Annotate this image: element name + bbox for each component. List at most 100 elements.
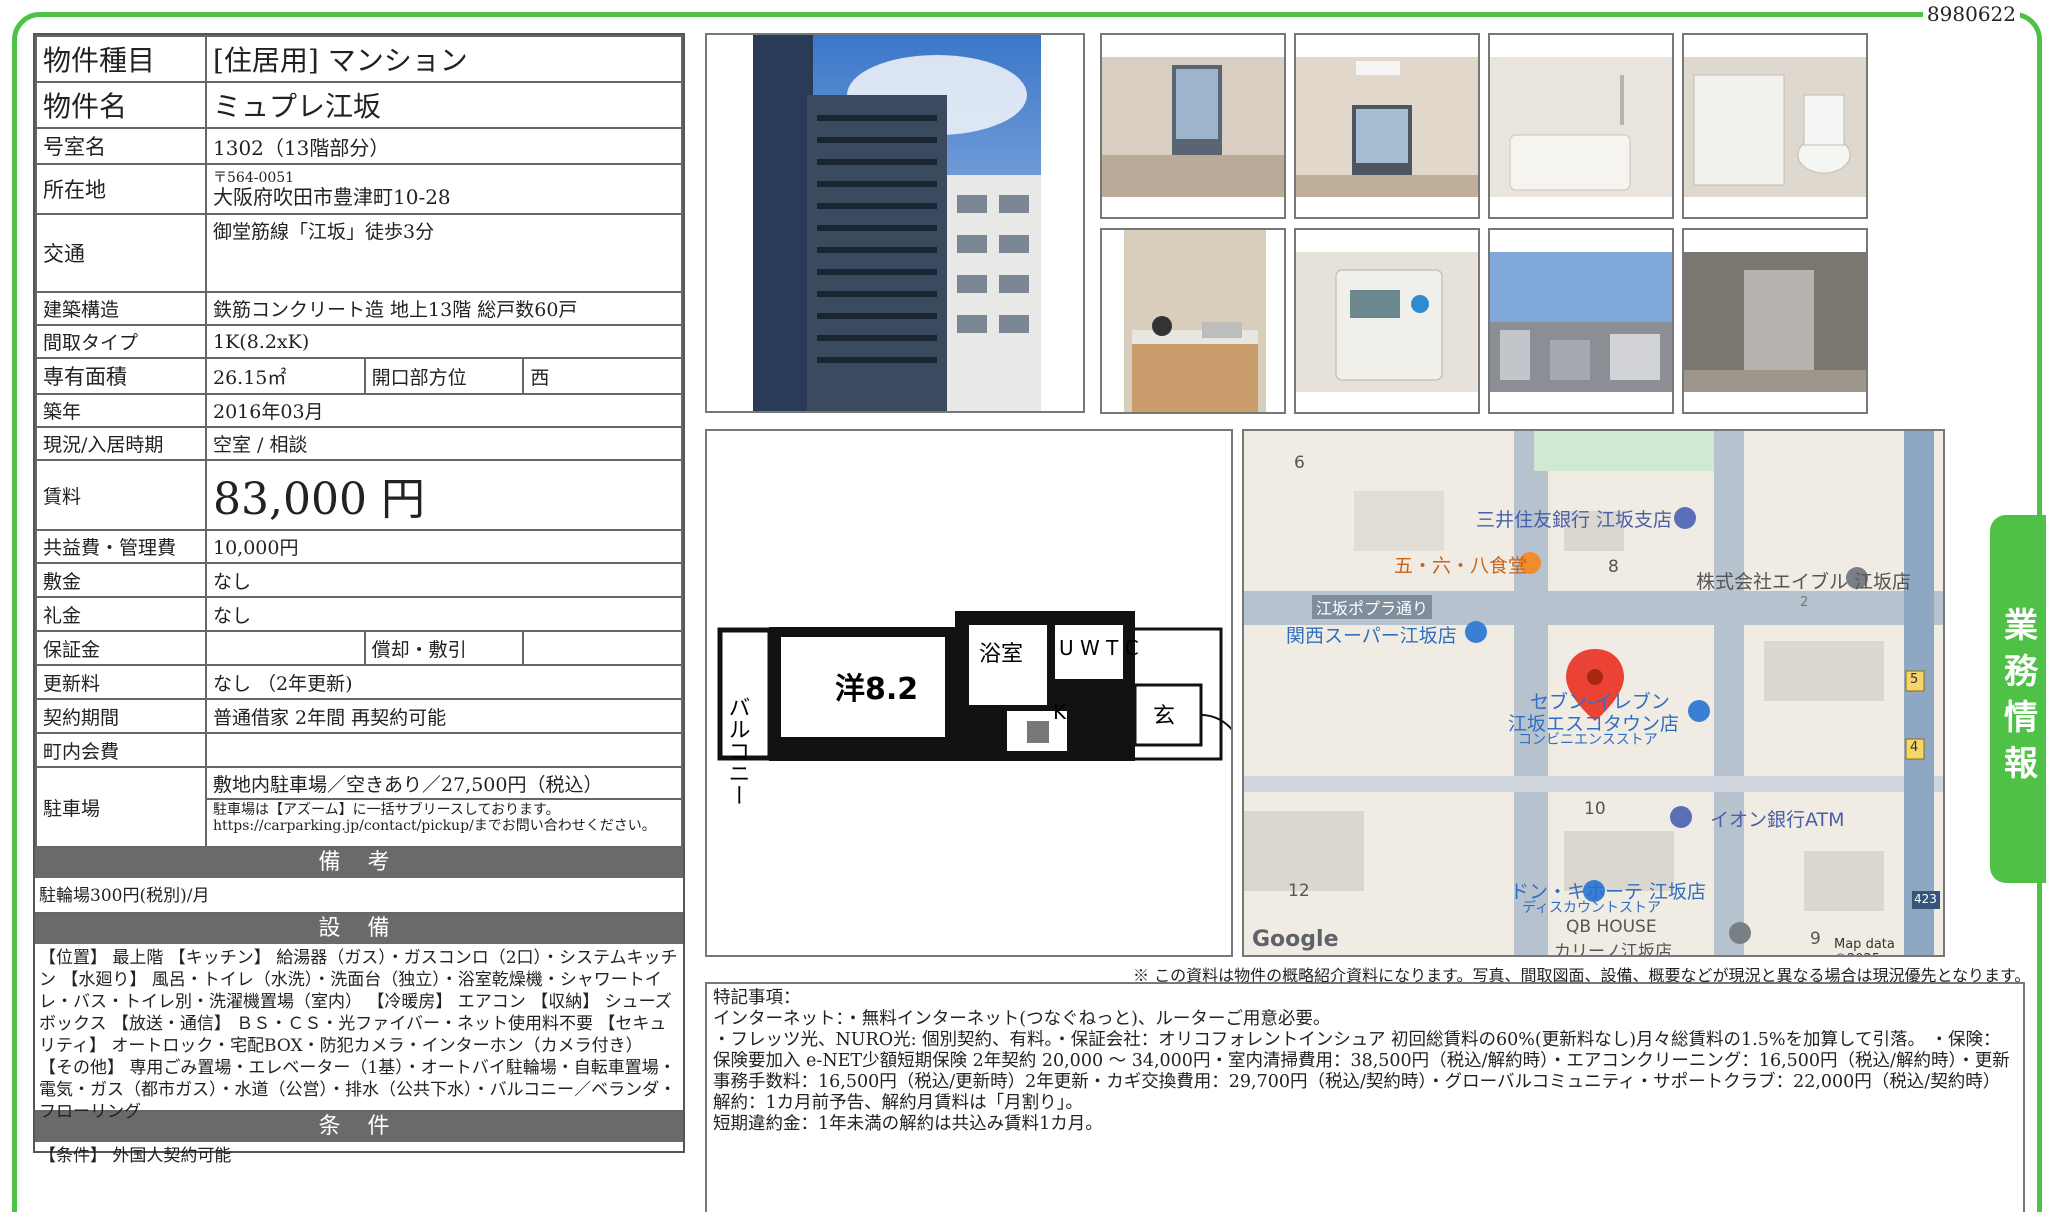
type-value: [住居用] マンション — [205, 35, 683, 83]
map-label-street: 江坂ポプラ通り — [1312, 595, 1433, 619]
parking-label: 駐車場 — [35, 766, 207, 848]
parking-value: 敷地内駐車場／空きあり／27,500円（税込） — [207, 768, 681, 800]
bathtub-image — [1490, 35, 1672, 217]
area-label: 専有面積 — [35, 357, 207, 395]
document-id: 8980622 — [1922, 2, 2020, 26]
lobby-image — [1684, 230, 1866, 412]
room-photo-1[interactable] — [1100, 33, 1286, 219]
conditions-text: 【条件】 外国人契約可能 — [39, 1146, 232, 1166]
area-value: 26.15㎡ — [205, 357, 366, 395]
map-number-5: 5 — [1910, 672, 1919, 687]
contract-label: 契約期間 — [35, 698, 207, 734]
bathroom-photo[interactable] — [1488, 33, 1674, 219]
amortization-value — [522, 630, 683, 666]
room-window-image — [1102, 35, 1284, 217]
map-number-12: 12 — [1288, 881, 1310, 901]
deposit-label: 敷金 — [35, 562, 207, 598]
type-label: 物件種目 — [35, 35, 207, 83]
map-number-9: 9 — [1810, 929, 1821, 949]
map-number-4: 4 — [1910, 740, 1919, 755]
address-cell: 〒564-0051 大阪府吹田市豊津町10-28 — [205, 163, 683, 215]
map-route-423: 423 — [1914, 892, 1937, 906]
floorplan-panel: バルコニー 洋8.2 浴室 U W T C K 玄 — [705, 429, 1242, 957]
floorplan-drawing: バルコニー 洋8.2 浴室 U W T C K 玄 — [717, 611, 1242, 806]
parking-cell: 敷地内駐車場／空きあり／27,500円（税込） 駐車場は【アズーム】に一括サブリ… — [205, 766, 683, 848]
view-photo[interactable] — [1488, 228, 1674, 414]
equipment-header: 設 備 — [35, 914, 683, 944]
renewal-value: なし （2年更新) — [205, 664, 683, 700]
room-photo-2[interactable] — [1294, 33, 1480, 219]
rent-label: 賃料 — [35, 459, 207, 531]
rent-value: 83,000 円 — [205, 459, 683, 531]
map-label-aeon-atm[interactable]: イオン銀行ATM — [1710, 805, 1845, 832]
map-label-able[interactable]: 株式会社エイブル 江坂店 — [1696, 567, 1911, 594]
contract-value: 普通借家 2年間 再契約可能 — [205, 698, 683, 734]
room-aircon-image — [1296, 35, 1478, 217]
remarks-header: 備 考 — [35, 848, 683, 878]
floorplan-room-label: 洋8.2 — [835, 672, 918, 707]
location-map[interactable]: 三井住友銀行 江坂支店 五・六・八食堂 株式会社エイブル 江坂店 江坂ポプラ通り… — [1242, 429, 1945, 957]
map-number-6: 6 — [1294, 453, 1305, 473]
map-label-carino[interactable]: カリーノ江坂店 — [1554, 937, 1672, 955]
structure-value: 鉄筋コンクリート造 地上13階 総戸数60戸 — [205, 291, 683, 326]
entrance-photo[interactable] — [1682, 228, 1868, 414]
floorplan-balcony-label: バルコニー — [725, 696, 750, 806]
community-fee-label: 町内会費 — [35, 732, 207, 768]
kitchen-photo[interactable] — [1100, 228, 1286, 414]
special-notes-box: 特記事項： インターネット：・無料インターネット(つなぐねっと)、ルーターご用意… — [705, 982, 2025, 1212]
fee-label: 共益費・管理費 — [35, 529, 207, 564]
map-number-8: 8 — [1608, 557, 1619, 577]
special-notes-line-2: インターネット：・無料インターネット(つなぐねっと)、ルーターご用意必要。 — [713, 1009, 1331, 1029]
intercom-photo[interactable] — [1294, 228, 1480, 414]
floorplan-bath-label: 浴室 — [979, 642, 1023, 667]
direction-value: 西 — [522, 357, 683, 395]
special-notes-line-1: 特記事項： — [713, 988, 801, 1008]
layout-value: 1K(8.2xK) — [205, 324, 683, 359]
guarantee-label: 保証金 — [35, 630, 207, 666]
structure-label: 建築構造 — [35, 291, 207, 326]
floorplan-utc-label: U W T C — [1059, 636, 1139, 660]
spec-table: 物件種目 [住居用] マンション 物件名 ミュプレ江坂 号室名 1302（13階… — [35, 35, 683, 848]
map-label-bank[interactable]: 三井住友銀行 江坂支店 — [1476, 505, 1672, 532]
name-label: 物件名 — [35, 81, 207, 129]
community-fee-value — [205, 732, 683, 768]
layout-label: 間取タイプ — [35, 324, 207, 359]
city-view-image — [1490, 230, 1672, 412]
direction-label: 開口部方位 — [363, 357, 525, 395]
property-spec-panel: 物件種目 [住居用] マンション 物件名 ミュプレ江坂 号室名 1302（13階… — [33, 33, 685, 1166]
room-value: 1302（13階部分） — [205, 127, 683, 165]
google-logo: Google — [1252, 927, 1339, 952]
floorplan-kitchen-label: K — [1053, 700, 1067, 724]
map-number-10: 10 — [1584, 799, 1606, 819]
status-label: 現況/入居時期 — [35, 426, 207, 461]
toilet-photo[interactable] — [1682, 33, 1868, 219]
name-value: ミュプレ江坂 — [205, 81, 683, 129]
map-label-restaurant[interactable]: 五・六・八食堂 — [1394, 551, 1527, 578]
washbasin-toilet-image — [1684, 35, 1866, 217]
business-info-tab[interactable]: 業務情報 — [1990, 515, 2046, 883]
special-notes-line-5: 短期違約金：1年未満の解約は共込み賃料1カ月。 — [713, 1114, 1103, 1134]
status-value: 空室 / 相談 — [205, 426, 683, 461]
room-label: 号室名 — [35, 127, 207, 165]
map-label-supermarket[interactable]: 関西スーパー江坂店 — [1286, 621, 1457, 648]
keymoney-label: 礼金 — [35, 596, 207, 632]
map-label-discount: ディスカウントストア — [1522, 900, 1662, 916]
map-credit: Map data ©2025 — [1834, 937, 1895, 955]
special-notes-line-4: 解約：1カ月前予告、解約月賃料は「月割り」。 — [713, 1093, 1083, 1113]
map-label-convenience: コンビニエンスストア — [1518, 732, 1658, 748]
built-value: 2016年03月 — [205, 393, 683, 428]
address-label: 所在地 — [35, 163, 207, 215]
map-label-qbhouse[interactable]: QB HOUSE — [1566, 917, 1657, 937]
building-exterior-photo[interactable] — [705, 33, 1085, 413]
guarantee-value — [205, 630, 366, 666]
map-number-2: 2 — [1800, 595, 1809, 610]
fee-value: 10,000円 — [205, 529, 683, 564]
renewal-label: 更新料 — [35, 664, 207, 700]
parking-note: 駐車場は【アズーム】に一括サブリースしております。https://carpark… — [213, 802, 656, 834]
transport-label: 交通 — [35, 213, 207, 293]
floorplan-entrance-label: 玄 — [1153, 704, 1175, 729]
transport-value: 御堂筋線「江坂」徒歩3分 — [205, 213, 683, 293]
water-heater-panel-image — [1296, 230, 1478, 412]
amortization-label: 償却・敷引 — [363, 630, 525, 666]
postal-code: 〒564-0051 — [213, 170, 295, 186]
